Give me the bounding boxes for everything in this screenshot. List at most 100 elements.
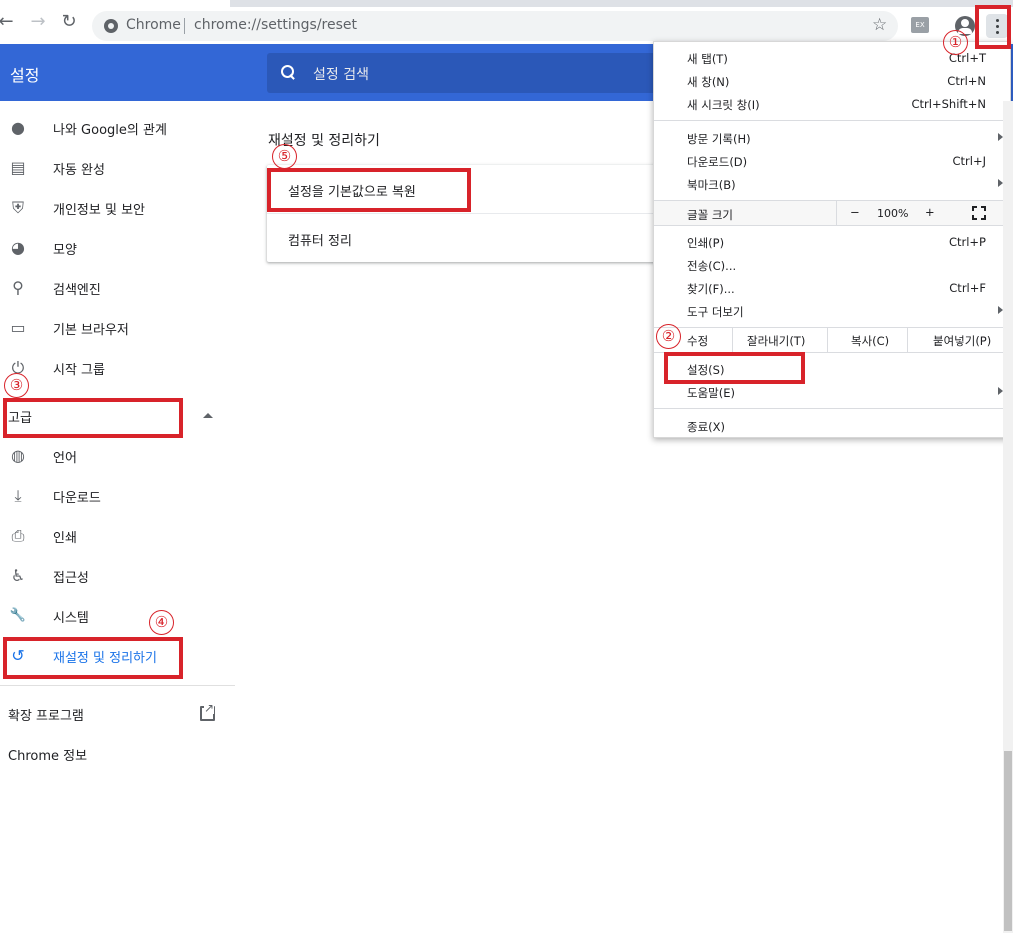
menu-item-label: 다운로드(D) bbox=[687, 155, 748, 169]
menu-item-label: 찾기(F)... bbox=[687, 282, 735, 296]
sidebar-item-accessibility[interactable]: ♿ 접근성 bbox=[0, 556, 235, 596]
globe-icon: ◍ bbox=[11, 446, 25, 465]
sidebar-item-appearance[interactable]: ◕ 모양 bbox=[0, 228, 235, 268]
caret-up-icon[interactable] bbox=[203, 413, 213, 418]
menu-item-bookmarks[interactable]: 북마크(B) bbox=[654, 173, 1010, 196]
sidebar-item-you-and-google[interactable]: ● 나와 Google의 관계 bbox=[0, 108, 235, 148]
settings-search-input[interactable]: 설정 검색 bbox=[267, 53, 687, 93]
sidebar-item-about-chrome[interactable]: Chrome 정보 bbox=[8, 745, 87, 764]
sidebar-item-search-engine[interactable]: ⚲ 검색엔진 bbox=[0, 268, 235, 308]
bookmark-star-icon[interactable]: ☆ bbox=[872, 15, 887, 35]
cleanup-computer-row[interactable]: 컴퓨터 정리 bbox=[267, 214, 687, 262]
sidebar-item-label: 나와 Google의 관계 bbox=[53, 123, 167, 138]
menu-separator bbox=[654, 225, 1010, 226]
menu-item-shortcut: Ctrl+Shift+N bbox=[911, 97, 986, 111]
fullscreen-corner bbox=[972, 215, 977, 220]
download-icon: ⤓ bbox=[14, 486, 22, 505]
zoom-in-button[interactable]: + bbox=[925, 205, 935, 219]
menu-item-label: 새 탭(T) bbox=[687, 52, 728, 66]
annotation-box-menu bbox=[975, 5, 1011, 49]
fullscreen-corner bbox=[981, 206, 986, 211]
fullscreen-icon[interactable] bbox=[972, 206, 986, 220]
menu-item-print[interactable]: 인쇄(P) Ctrl+P bbox=[654, 231, 1010, 254]
sidebar-item-on-startup[interactable]: ⏻ 시작 그룹 bbox=[0, 348, 235, 388]
edit-label: 수정 bbox=[687, 334, 709, 348]
extension-icon[interactable]: EX bbox=[911, 17, 929, 33]
annotation-step-1: ① bbox=[943, 30, 968, 55]
sidebar-item-label: 인쇄 bbox=[53, 531, 77, 546]
annotation-step-3: ③ bbox=[4, 373, 29, 398]
paste-button[interactable]: 붙여넣기(P) bbox=[907, 328, 1010, 352]
sidebar-item-printing[interactable]: ⎙ 인쇄 bbox=[0, 516, 235, 556]
menu-item-shortcut: Ctrl+P bbox=[948, 235, 986, 249]
sidebar-item-label: 시작 그룹 bbox=[53, 363, 105, 378]
copy-button[interactable]: 복사(C) bbox=[827, 328, 907, 352]
menu-item-cast[interactable]: 전송(C)... bbox=[654, 254, 1010, 277]
search-placeholder: 설정 검색 bbox=[313, 67, 369, 83]
menu-item-shortcut: Ctrl+J bbox=[952, 154, 987, 168]
paste-label: 붙여넣기(P) bbox=[933, 334, 992, 348]
sidebar-item-default-browser[interactable]: ▭ 기본 브라우저 bbox=[0, 308, 235, 348]
annotation-step-4: ④ bbox=[149, 610, 174, 635]
open-in-new-icon[interactable] bbox=[200, 702, 215, 721]
menu-item-shortcut: Ctrl+N bbox=[947, 74, 986, 88]
search-icon bbox=[281, 65, 295, 79]
sidebar-item-label: 검색엔진 bbox=[53, 283, 101, 298]
sidebar-item-label: 접근성 bbox=[53, 571, 89, 586]
chrome-page-icon bbox=[104, 19, 118, 33]
sidebar-item-label: 시스템 bbox=[53, 611, 89, 626]
reload-icon[interactable]: ↻ bbox=[59, 12, 79, 32]
annotation-box-settings bbox=[664, 352, 805, 384]
sidebar-item-extensions[interactable]: 확장 프로그램 bbox=[8, 705, 84, 724]
menu-item-more-tools[interactable]: 도구 더보기 bbox=[654, 300, 1010, 323]
sidebar-item-downloads[interactable]: ⤓ 다운로드 bbox=[0, 476, 235, 516]
sidebar-item-languages[interactable]: ◍ 언어 bbox=[0, 436, 235, 476]
wrench-icon: 🔧 bbox=[9, 608, 27, 623]
menu-item-find[interactable]: 찾기(F)... Ctrl+F bbox=[654, 277, 1010, 300]
sidebar-item-autofill[interactable]: ▤ 자동 완성 bbox=[0, 148, 235, 188]
menu-item-shortcut: Ctrl+F bbox=[949, 281, 986, 295]
scrollbar-thumb[interactable] bbox=[1004, 751, 1012, 931]
menu-item-new-window[interactable]: 새 창(N) Ctrl+N bbox=[654, 70, 1010, 93]
menu-item-help[interactable]: 도움말(E) bbox=[654, 381, 1010, 404]
zoom-divider bbox=[836, 201, 837, 225]
back-icon[interactable]: ← bbox=[0, 12, 16, 32]
menu-item-incognito[interactable]: 새 시크릿 창(I) Ctrl+Shift+N bbox=[654, 93, 1010, 116]
url-separator bbox=[184, 18, 185, 34]
annotation-box-reset bbox=[3, 637, 183, 679]
menu-item-downloads[interactable]: 다운로드(D) Ctrl+J bbox=[654, 150, 1010, 173]
address-bar[interactable]: Chrome chrome://settings/reset ☆ bbox=[92, 11, 898, 41]
person-icon: ● bbox=[11, 118, 25, 137]
fullscreen-corner bbox=[981, 215, 986, 220]
url-text[interactable]: chrome://settings/reset bbox=[194, 17, 357, 33]
menu-item-label: 도구 더보기 bbox=[687, 305, 744, 319]
menu-item-label: 종료(X) bbox=[687, 420, 726, 434]
sidebar-item-label: 모양 bbox=[53, 243, 77, 258]
cut-button[interactable]: 잘라내기(T) bbox=[732, 328, 827, 352]
zoom-label: 글꼴 크기 bbox=[687, 208, 733, 222]
menu-item-label: 도움말(E) bbox=[687, 386, 735, 400]
menu-separator bbox=[654, 120, 1010, 121]
menu-item-exit[interactable]: 종료(X) bbox=[654, 415, 1010, 438]
menu-item-label: 새 창(N) bbox=[687, 75, 730, 89]
annotation-step-2: ② bbox=[656, 324, 681, 349]
page-scrollbar[interactable] bbox=[1003, 101, 1013, 933]
menu-item-history[interactable]: 방문 기록(H) bbox=[654, 127, 1010, 150]
page-title: 설정 bbox=[10, 66, 40, 85]
sidebar-divider bbox=[0, 685, 235, 686]
cleanup-computer-label: 컴퓨터 정리 bbox=[288, 234, 352, 249]
menu-item-label: 북마크(B) bbox=[687, 178, 736, 192]
clipboard-icon: ▤ bbox=[10, 158, 26, 177]
annotation-step-5: ⑤ bbox=[272, 144, 297, 169]
sidebar-item-privacy[interactable]: ⛨ 개인정보 및 보안 bbox=[0, 188, 235, 228]
accessibility-icon: ♿ bbox=[10, 566, 26, 585]
menu-separator bbox=[654, 408, 1010, 409]
sidebar-item-label: 자동 완성 bbox=[53, 163, 105, 178]
settings-sidebar: ● 나와 Google의 관계 ▤ 자동 완성 ⛨ 개인정보 및 보안 ◕ 모양… bbox=[0, 101, 240, 933]
forward-icon[interactable]: → bbox=[28, 12, 48, 32]
fullscreen-corner bbox=[972, 206, 977, 211]
browser-toolbar: ← → ↻ Chrome chrome://settings/reset ☆ E… bbox=[0, 0, 1013, 44]
zoom-out-button[interactable]: − bbox=[850, 205, 860, 219]
sidebar-item-system[interactable]: 🔧 시스템 bbox=[0, 596, 235, 636]
menu-item-label: 새 시크릿 창(I) bbox=[687, 98, 760, 112]
